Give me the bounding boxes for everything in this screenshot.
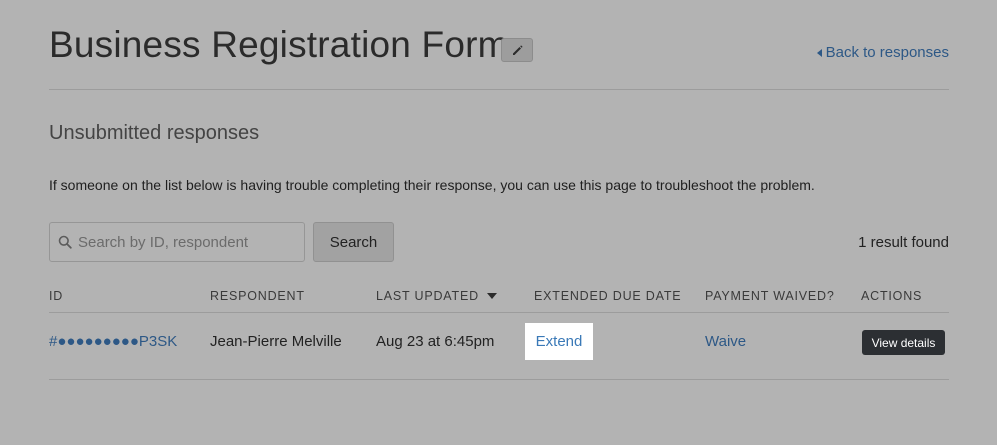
- section-subtitle: Unsubmitted responses: [49, 122, 260, 144]
- section-description: If someone on the list below is having t…: [49, 177, 815, 193]
- last-updated-value: Aug 23 at 6:45pm: [376, 333, 495, 350]
- column-header-label: RESPONDENT: [210, 289, 305, 303]
- column-header-last-updated[interactable]: LAST UPDATED: [376, 289, 497, 303]
- pencil-icon: [512, 44, 523, 55]
- result-count: 1 result found: [858, 234, 949, 251]
- column-header-id[interactable]: ID: [49, 289, 63, 303]
- column-header-label: EXTENDED DUE DATE: [534, 289, 682, 303]
- search-input[interactable]: [78, 233, 298, 251]
- search-field[interactable]: [49, 222, 305, 262]
- column-header-extended-due-date[interactable]: EXTENDED DUE DATE: [534, 289, 681, 303]
- response-id-link[interactable]: #●●●●●●●●●P3SK: [49, 333, 177, 350]
- column-header-label: ACTIONS: [861, 289, 923, 303]
- page-container: Business Registration Form Back to respo…: [49, 0, 949, 380]
- page-header: Business Registration Form Back to respo…: [49, 0, 949, 90]
- column-header-label: ID: [49, 289, 64, 303]
- view-details-button[interactable]: View details: [862, 330, 945, 355]
- extend-link[interactable]: Extend: [525, 323, 593, 360]
- column-header-actions: ACTIONS: [861, 289, 922, 303]
- edit-title-button[interactable]: [501, 38, 533, 62]
- back-link-label: Back to responses: [825, 44, 949, 61]
- page-title: Business Registration Form: [49, 24, 509, 65]
- table-divider: [49, 312, 949, 313]
- column-header-payment-waived[interactable]: PAYMENT WAIVED?: [705, 289, 835, 303]
- search-icon: [58, 235, 72, 249]
- respondent-name: Jean-Pierre Melville: [210, 333, 342, 350]
- caret-left-icon: [816, 48, 822, 57]
- search-button[interactable]: Search: [313, 222, 394, 262]
- sort-descending-icon: [486, 293, 497, 299]
- back-to-responses-link[interactable]: Back to responses: [816, 44, 949, 61]
- column-header-respondent[interactable]: RESPONDENT: [210, 289, 305, 303]
- column-header-label: PAYMENT WAIVED?: [705, 289, 835, 303]
- column-header-label: LAST UPDATED: [376, 289, 479, 303]
- table-divider: [49, 379, 949, 380]
- waive-link[interactable]: Waive: [705, 333, 746, 350]
